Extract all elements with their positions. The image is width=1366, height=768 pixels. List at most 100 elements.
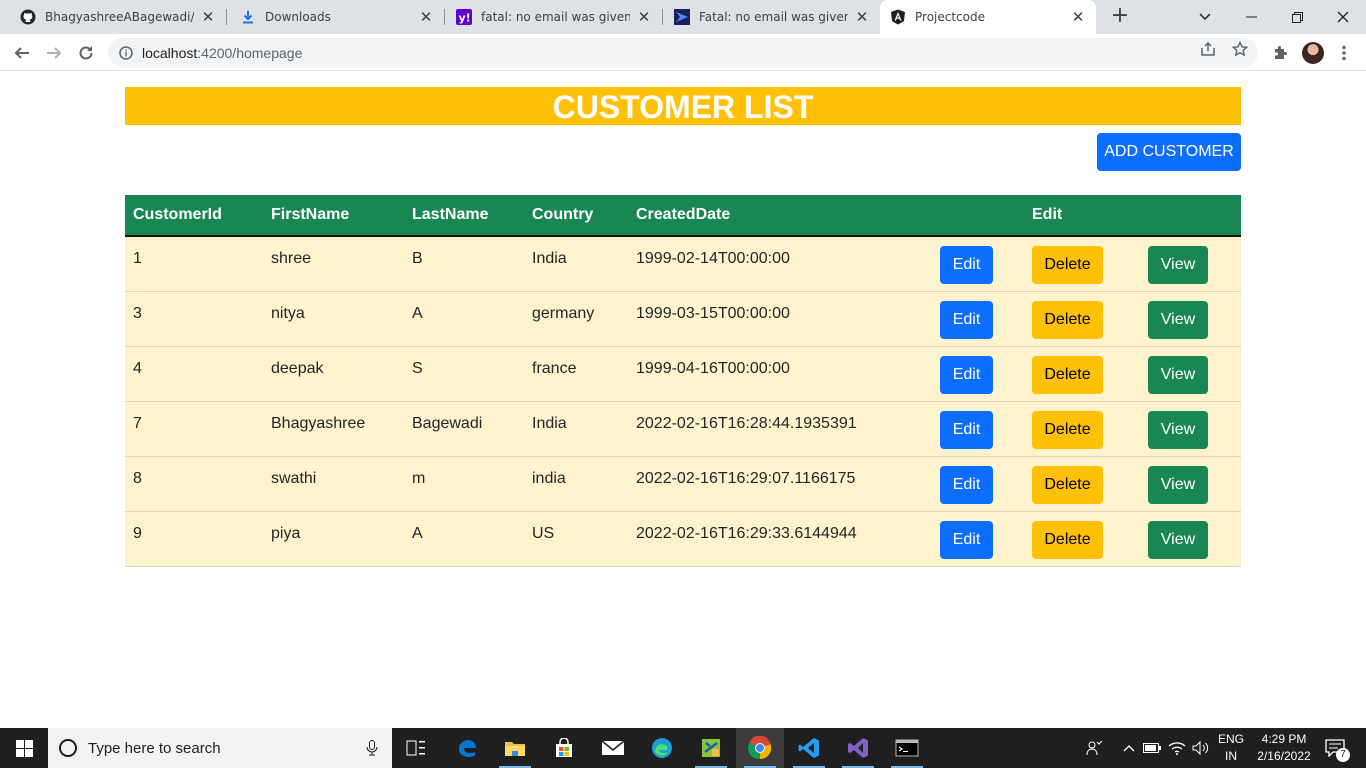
chrome-icon[interactable]	[736, 728, 784, 768]
first-name: deepak	[271, 359, 324, 377]
volume-icon[interactable]	[1190, 728, 1212, 768]
people-icon[interactable]	[1082, 728, 1106, 768]
view-button[interactable]: View	[1148, 410, 1208, 449]
tab-downloads[interactable]: Downloads ✕	[220, 0, 444, 34]
customer-id: 8	[133, 469, 142, 487]
last-name: A	[412, 524, 423, 542]
close-window-button[interactable]	[1320, 0, 1366, 34]
tab-projectcode[interactable]: Projectcode ✕	[880, 0, 1096, 34]
bookmark-star-icon[interactable]	[1231, 40, 1249, 58]
back-button[interactable]	[8, 39, 36, 67]
delete-button[interactable]: Delete	[1032, 410, 1103, 449]
close-icon[interactable]: ✕	[418, 9, 434, 25]
notification-center-icon[interactable]: 7	[1320, 728, 1350, 768]
view-button[interactable]: View	[1148, 520, 1208, 559]
reload-button[interactable]	[72, 39, 100, 67]
mail-icon[interactable]	[589, 728, 637, 768]
page-content: CUSTOMER LIST ADD CUSTOMER CustomerId Fi…	[0, 72, 1366, 728]
column-header: CustomerId	[125, 195, 263, 237]
created-date: 1999-03-15T00:00:00	[636, 304, 790, 322]
search-placeholder: Type here to search	[88, 739, 221, 757]
extensions-icon[interactable]	[1270, 43, 1290, 63]
close-icon[interactable]: ✕	[1070, 9, 1086, 25]
column-header: LastName	[404, 195, 524, 237]
column-header: Country	[524, 195, 628, 237]
terminal-icon[interactable]	[883, 728, 931, 768]
edit-button[interactable]: Edit	[940, 246, 993, 284]
column-header	[1140, 195, 1241, 237]
country: france	[532, 359, 577, 377]
tab-vs-fatal[interactable]: Fatal: no email was given and ✕	[662, 0, 880, 34]
vscode-icon[interactable]	[785, 728, 833, 768]
microphone-icon[interactable]	[366, 740, 378, 756]
address-bar[interactable]: localhost:4200/homepage	[108, 38, 1258, 67]
clock-date: 2/16/2022	[1257, 749, 1311, 763]
close-icon[interactable]: ✕	[854, 9, 870, 25]
edit-button[interactable]: Edit	[940, 355, 993, 394]
customer-id: 3	[133, 304, 142, 322]
tab-yahoo-fatal[interactable]: y! fatal: no email was given and ✕	[444, 0, 662, 34]
delete-button[interactable]: Delete	[1032, 465, 1103, 504]
edit-button[interactable]: Edit	[940, 300, 993, 339]
angular-icon	[890, 9, 906, 25]
language-code: ENG	[1217, 732, 1244, 746]
edit-button[interactable]: Edit	[940, 465, 993, 504]
yahoo-icon: y!	[456, 9, 472, 25]
created-date: 1999-02-14T00:00:00	[636, 250, 790, 267]
notification-badge: 7	[1336, 748, 1350, 762]
tab-search-icon[interactable]	[1182, 0, 1228, 34]
task-view-icon[interactable]	[392, 728, 440, 768]
chevron-up-icon[interactable]	[1120, 728, 1138, 768]
view-button[interactable]: View	[1148, 300, 1208, 339]
minimize-button[interactable]	[1228, 0, 1274, 34]
restore-button[interactable]	[1274, 0, 1320, 34]
battery-icon[interactable]	[1142, 728, 1162, 768]
wifi-icon[interactable]	[1166, 728, 1188, 768]
table-row: 8 swathi m india 2022-02-16T16:29:07.116…	[125, 456, 1241, 511]
visual-studio-icon[interactable]	[834, 728, 882, 768]
country: germany	[532, 304, 595, 322]
customer-id: 4	[133, 359, 142, 377]
tab-github[interactable]: BhagyashreeABagewadi/proj ✕	[0, 0, 226, 34]
vs-icon	[674, 9, 690, 25]
edit-button[interactable]: Edit	[940, 410, 993, 449]
file-explorer-icon[interactable]	[491, 728, 539, 768]
more-menu-icon[interactable]	[1334, 43, 1354, 63]
clock[interactable]: 4:29 PM 2/16/2022	[1250, 731, 1318, 765]
delete-button[interactable]: Delete	[1032, 300, 1103, 339]
add-customer-button[interactable]: ADD CUSTOMER	[1097, 133, 1241, 171]
delete-button[interactable]: Delete	[1032, 355, 1103, 394]
customer-table: CustomerId FirstName LastName Country Cr…	[125, 195, 1241, 567]
customer-id: 9	[133, 524, 142, 542]
delete-button[interactable]: Delete	[1032, 520, 1103, 559]
language-indicator[interactable]: ENG IN	[1214, 731, 1248, 765]
view-button[interactable]: View	[1148, 465, 1208, 504]
view-button[interactable]: View	[1148, 246, 1208, 284]
profile-avatar[interactable]	[1302, 42, 1324, 64]
info-icon[interactable]	[118, 45, 134, 61]
customer-id: 7	[133, 414, 142, 432]
tab-title: fatal: no email was given and	[481, 10, 630, 24]
edge-legacy-icon[interactable]	[443, 728, 491, 768]
edit-button[interactable]: Edit	[940, 520, 993, 559]
store-icon[interactable]	[540, 728, 588, 768]
country: india	[532, 469, 566, 487]
column-header: CreatedDate	[628, 195, 932, 237]
edge-icon[interactable]	[638, 728, 686, 768]
windows-start-button[interactable]	[0, 728, 48, 768]
view-button[interactable]: View	[1148, 355, 1208, 394]
country: US	[532, 524, 555, 542]
first-name: piya	[271, 524, 301, 542]
first-name: nitya	[271, 304, 305, 322]
new-tab-button[interactable]: +	[1108, 5, 1132, 29]
forward-button[interactable]	[40, 39, 68, 67]
winscp-icon[interactable]	[687, 728, 735, 768]
column-header: FirstName	[263, 195, 404, 237]
url-host: localhost	[142, 44, 198, 61]
taskbar-search-box[interactable]: Type here to search	[48, 728, 392, 768]
close-icon[interactable]: ✕	[636, 9, 652, 25]
search-icon	[58, 738, 78, 758]
close-icon[interactable]: ✕	[200, 9, 216, 25]
share-icon[interactable]	[1199, 40, 1217, 58]
delete-button[interactable]: Delete	[1032, 246, 1103, 284]
